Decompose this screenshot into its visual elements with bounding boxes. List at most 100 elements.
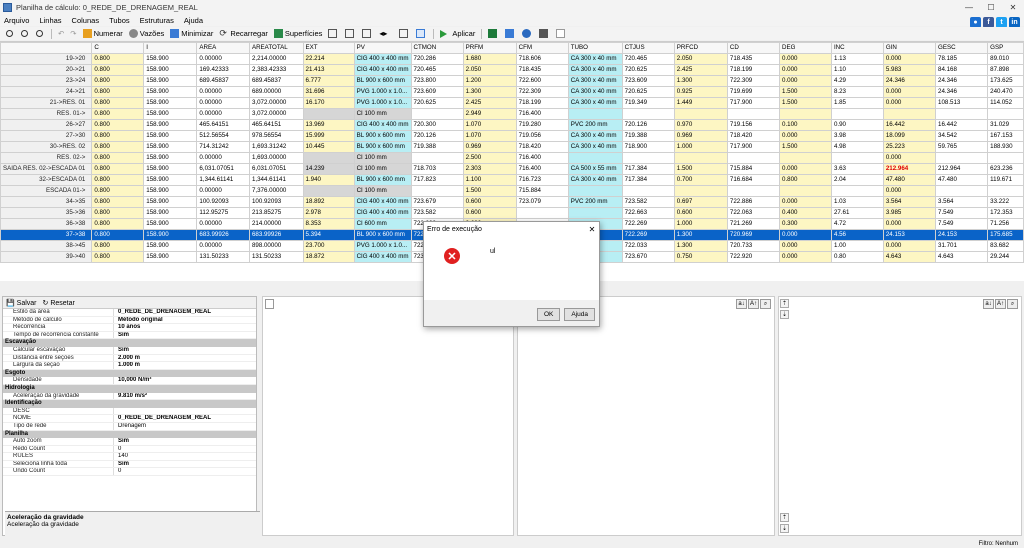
table-cell[interactable] xyxy=(987,108,1024,120)
table-cell[interactable]: 722.309 xyxy=(515,86,569,98)
excel-button[interactable] xyxy=(486,28,501,40)
table-cell[interactable]: 24.153 xyxy=(934,229,989,241)
table-cell[interactable]: 723.800 xyxy=(410,75,464,87)
property-value[interactable]: 0 xyxy=(113,468,256,476)
table-cell[interactable]: 83.682 xyxy=(987,240,1024,252)
table-cell[interactable]: 8.23 xyxy=(830,86,884,98)
table-cell[interactable]: 715.884 xyxy=(726,163,781,175)
property-value[interactable]: 9.810 m/s² xyxy=(113,392,256,400)
table-cell[interactable]: 718.435 xyxy=(726,53,781,65)
table-cell[interactable]: 722.033 xyxy=(621,240,675,252)
table-cell[interactable]: 720.625 xyxy=(410,97,464,109)
table-cell[interactable]: 1.300 xyxy=(673,240,728,252)
table-cell[interactable]: 0.800 xyxy=(91,163,145,175)
table-cell[interactable]: 1.500 xyxy=(462,185,517,197)
table-cell[interactable]: 4.56 xyxy=(830,229,884,241)
table-cell[interactable]: 0.800 xyxy=(91,75,145,87)
table-cell[interactable]: 158.900 xyxy=(143,108,198,120)
column-header[interactable]: EXT xyxy=(302,42,355,54)
table-cell[interactable]: 723.679 xyxy=(410,196,464,208)
minimizar-button[interactable]: Minimizar xyxy=(168,28,215,40)
table-cell[interactable]: 0.00000 xyxy=(196,97,250,109)
table-cell[interactable]: 898.00000 xyxy=(248,240,304,252)
table-cell[interactable]: 1.03 xyxy=(830,196,884,208)
table-cell[interactable]: 1.940 xyxy=(302,174,355,186)
table-cell[interactable]: CA 300 x 40 mm xyxy=(567,141,623,153)
table-cell[interactable]: 1.500 xyxy=(779,141,832,153)
table-cell[interactable]: 1.200 xyxy=(462,75,517,87)
table-cell[interactable]: 2.050 xyxy=(462,64,517,76)
table-cell[interactable]: 1.100 xyxy=(462,174,517,186)
table-cell[interactable]: 723.609 xyxy=(621,75,675,87)
table-cell[interactable]: 689.45837 xyxy=(248,75,304,87)
table-cell[interactable]: PVC 200 mm xyxy=(567,196,623,208)
search-button[interactable] xyxy=(4,28,17,40)
table-cell[interactable]: 158.900 xyxy=(143,240,198,252)
table-cell[interactable]: 722.269 xyxy=(621,218,675,230)
table-cell[interactable]: 1,693.31242 xyxy=(248,141,304,153)
maximize-button[interactable]: ☐ xyxy=(980,3,1002,12)
table-cell[interactable]: 100.92093 xyxy=(196,196,250,208)
scroll-up-icon[interactable]: ⇡ xyxy=(780,299,789,308)
property-row[interactable]: Método de cálculo Método original xyxy=(3,316,256,325)
table-cell[interactable]: 722.269 xyxy=(621,229,675,241)
property-row[interactable]: Recorrência 10 anos xyxy=(3,324,256,332)
table-cell[interactable]: BL 900 x 600 mm xyxy=(353,141,412,153)
row-header[interactable]: 39->40 xyxy=(0,251,93,263)
table-cell[interactable]: 718.199 xyxy=(726,64,781,76)
table-cell[interactable]: 0.90 xyxy=(830,119,884,131)
table-cell[interactable]: CIG 400 x 400 mm xyxy=(353,64,412,76)
table-cell[interactable]: 13.969 xyxy=(302,119,355,131)
table-cell[interactable]: CIG 400 x 400 mm xyxy=(353,251,412,263)
table-cell[interactable]: 112.95275 xyxy=(196,207,250,219)
table-cell[interactable]: CI 100 mm xyxy=(353,152,412,164)
table-cell[interactable] xyxy=(830,152,884,164)
table-cell[interactable]: 0.800 xyxy=(779,174,832,186)
table-cell[interactable]: 240.470 xyxy=(987,86,1024,98)
table-cell[interactable]: 18.099 xyxy=(882,130,937,142)
table-cell[interactable]: 689.00000 xyxy=(248,86,304,98)
table-cell[interactable]: 717.900 xyxy=(726,97,781,109)
table-cell[interactable] xyxy=(934,108,989,120)
text-size-button[interactable]: a↓ xyxy=(983,299,994,309)
table-cell[interactable]: 722.063 xyxy=(726,207,781,219)
property-row[interactable]: DESC xyxy=(3,407,256,416)
table-cell[interactable]: 31.029 xyxy=(987,119,1024,131)
table-cell[interactable]: 0.800 xyxy=(91,108,145,120)
table-cell[interactable] xyxy=(726,152,781,164)
table-cell[interactable]: 158.900 xyxy=(143,119,198,131)
table-cell[interactable]: 16.442 xyxy=(934,119,989,131)
table-cell[interactable]: 0.000 xyxy=(779,163,832,175)
table-cell[interactable]: 3,072.00000 xyxy=(248,108,304,120)
row-header[interactable]: 27->30 xyxy=(0,130,93,142)
table-cell[interactable]: 689.45837 xyxy=(196,75,250,87)
table-cell[interactable]: 0.969 xyxy=(462,141,517,153)
column-header[interactable]: C xyxy=(91,42,145,54)
table-cell[interactable]: 31.696 xyxy=(302,86,355,98)
table-cell[interactable]: 4.29 xyxy=(830,75,884,87)
rows-button[interactable] xyxy=(343,28,358,40)
menu-estruturas[interactable]: Estruturas xyxy=(140,16,174,25)
table-cell[interactable]: 158.900 xyxy=(143,163,198,175)
table-cell[interactable] xyxy=(302,108,355,120)
table-cell[interactable]: 1.000 xyxy=(673,141,728,153)
table-cell[interactable]: 34.542 xyxy=(934,130,989,142)
table-cell[interactable]: 0.800 xyxy=(91,53,145,65)
table-cell[interactable]: 0.800 xyxy=(91,141,145,153)
table-cell[interactable]: 0.800 xyxy=(91,97,145,109)
table-cell[interactable]: 0.000 xyxy=(779,196,832,208)
row-header[interactable]: 37->38 xyxy=(0,229,93,241)
table-cell[interactable]: 158.900 xyxy=(143,185,198,197)
row-header[interactable]: 23->24 xyxy=(0,75,93,87)
table-cell[interactable]: 1.500 xyxy=(779,97,832,109)
table-cell[interactable]: 24.153 xyxy=(882,229,937,241)
table-cell[interactable]: 3.63 xyxy=(830,163,884,175)
table-cell[interactable]: 0.000 xyxy=(882,152,937,164)
table-cell[interactable]: 2,383.42333 xyxy=(248,64,304,76)
table-cell[interactable] xyxy=(987,185,1024,197)
table-cell[interactable]: BL 900 x 600 mm xyxy=(353,75,412,87)
table-cell[interactable]: CI 100 mm xyxy=(353,108,412,120)
row-header[interactable]: ESCADA 01-> xyxy=(0,185,93,197)
menu-linhas[interactable]: Linhas xyxy=(39,16,61,25)
table-cell[interactable]: 119.671 xyxy=(987,174,1024,186)
